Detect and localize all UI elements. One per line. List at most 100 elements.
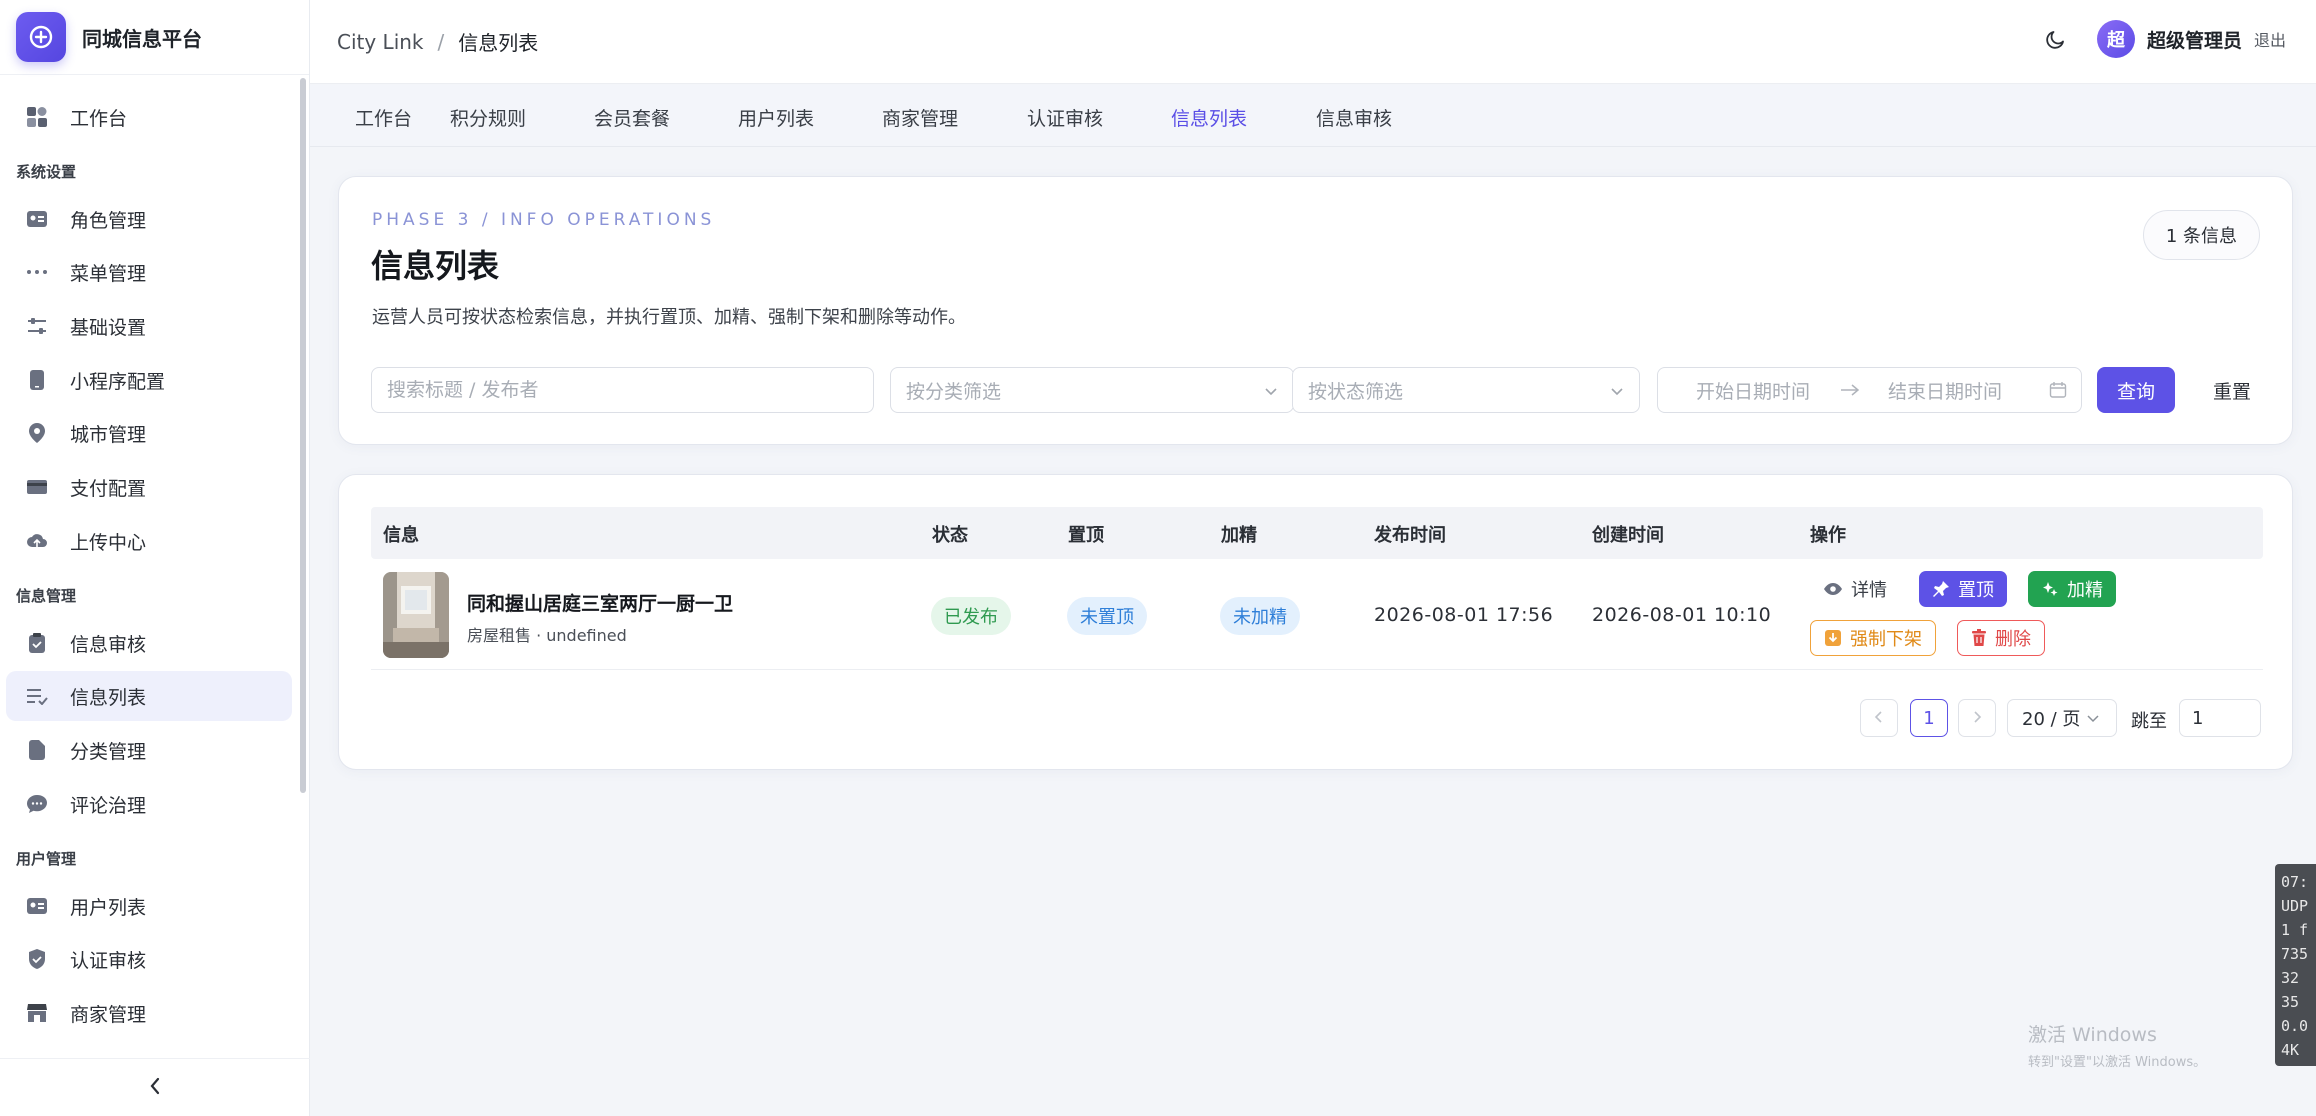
- delete-button[interactable]: 删除: [1957, 620, 2045, 656]
- sidebar-item-label: 菜单管理: [70, 262, 147, 285]
- status-select[interactable]: 按状态筛选: [1292, 367, 1640, 413]
- sidebar-item-upload[interactable]: 上传中心: [6, 516, 292, 566]
- feature-button[interactable]: 加精: [2028, 571, 2116, 607]
- sidebar-item-label: 分类管理: [70, 740, 147, 763]
- pin-button[interactable]: 置顶: [1919, 571, 2007, 607]
- plus-circle-icon[interactable]: [16, 12, 66, 62]
- next-page-button[interactable]: [1958, 699, 1996, 737]
- overlay-line: 1 f: [2281, 921, 2309, 939]
- sidebar-item-roles[interactable]: 角色管理: [6, 194, 292, 244]
- query-button[interactable]: 查询: [2097, 367, 2175, 413]
- jump-page-input[interactable]: 1: [2179, 699, 2261, 737]
- overlay-line: 07:: [2281, 873, 2309, 891]
- eye-icon: [1823, 582, 1843, 596]
- breadcrumb-root[interactable]: City Link: [337, 30, 424, 54]
- overlay-line: UDP: [2281, 897, 2309, 915]
- feature-label: 加精: [2067, 580, 2103, 601]
- status-placeholder: 按状态筛选: [1308, 380, 1404, 403]
- tab-dashboard[interactable]: 工作台: [355, 104, 412, 131]
- filter-card: PHASE 3 / INFO OPERATIONS 信息列表 运营人员可按状态检…: [338, 176, 2293, 445]
- sidebar-item-dashboard[interactable]: 工作台: [6, 92, 292, 142]
- overlay-line: 0.0: [2281, 1017, 2309, 1035]
- sidebar-item-menus[interactable]: 菜单管理: [6, 247, 292, 297]
- sidebar-item-label: 小程序配置: [70, 370, 166, 393]
- start-date-placeholder[interactable]: 开始日期时间: [1696, 377, 1810, 404]
- sidebar-menu: 工作台 系统设置 角色管理 菜单管理 基础设置 小程序配置 城市管理 支付配置: [0, 75, 297, 1056]
- store-icon: [24, 1002, 50, 1024]
- folder-icon: [24, 739, 50, 761]
- arrow-right-icon: [1840, 383, 1860, 397]
- tab-membership[interactable]: 会员套餐: [594, 104, 670, 131]
- category-select[interactable]: 按分类筛选: [890, 367, 1294, 413]
- breadcrumb-separator: /: [437, 29, 445, 54]
- sidebar-item-merchants[interactable]: 商家管理: [6, 988, 292, 1038]
- sidebar-item-basic-settings[interactable]: 基础设置: [6, 301, 292, 351]
- sidebar-item-cities[interactable]: 城市管理: [6, 408, 292, 458]
- info-thumbnail[interactable]: [383, 572, 449, 658]
- page-number-button[interactable]: 1: [1910, 699, 1948, 737]
- clipboard-icon: [24, 632, 50, 654]
- prev-page-button[interactable]: [1860, 699, 1898, 737]
- username[interactable]: 超级管理员: [2147, 26, 2242, 53]
- logout-link[interactable]: 退出: [2254, 27, 2286, 51]
- overlay-line: 35: [2281, 993, 2300, 1011]
- jump-label: 跳至: [2131, 711, 2167, 732]
- tab-points-rules[interactable]: 积分规则: [450, 104, 526, 131]
- menu-group-system: 系统设置: [16, 163, 77, 181]
- sidebar-item-label: 基础设置: [70, 316, 147, 339]
- page-size-select[interactable]: 20 / 页: [2007, 699, 2117, 737]
- chevron-down-icon: [1609, 382, 1625, 404]
- count-badge: 1 条信息: [2142, 210, 2260, 260]
- featured-status-badge: 未加精: [1220, 597, 1300, 635]
- detail-button[interactable]: 详情: [1810, 571, 1900, 607]
- sidebar-scrollbar[interactable]: [300, 78, 306, 793]
- chevron-right-icon: [1972, 709, 1982, 728]
- sidebar-item-label: 信息审核: [70, 633, 147, 656]
- sidebar-item-verification[interactable]: 认证审核: [6, 934, 292, 984]
- pin-label: 置顶: [1958, 580, 1994, 601]
- search-field[interactable]: [371, 367, 874, 413]
- sidebar-item-label: 评论治理: [70, 794, 147, 817]
- chevron-left-icon: [149, 1077, 161, 1099]
- topbar: City Link / 信息列表 超 超级管理员 退出: [310, 0, 2316, 84]
- cloud-upload-icon: [24, 530, 50, 552]
- sidebar-item-info-list[interactable]: 信息列表: [6, 671, 292, 721]
- menu-group-info: 信息管理: [16, 587, 77, 605]
- sidebar-item-label: 角色管理: [70, 209, 147, 232]
- menu-group-user: 用户管理: [16, 850, 77, 868]
- windows-activation-watermark: 激活 Windows 转到"设置"以激活 Windows。: [2028, 1020, 2206, 1070]
- date-range-picker[interactable]: 开始日期时间 结束日期时间: [1657, 367, 2082, 413]
- end-date-placeholder[interactable]: 结束日期时间: [1888, 377, 2002, 404]
- tab-info-list[interactable]: 信息列表: [1171, 104, 1247, 131]
- sidebar-item-comments[interactable]: 评论治理: [6, 779, 292, 829]
- column-header: 置顶: [1068, 525, 1104, 546]
- search-input[interactable]: [387, 379, 858, 401]
- info-subtitle: 房屋租售 · undefined: [467, 626, 627, 645]
- avatar[interactable]: 超: [2096, 20, 2135, 58]
- sidebar-item-users[interactable]: 用户列表: [6, 881, 292, 931]
- tab-verification[interactable]: 认证审核: [1027, 104, 1103, 131]
- tab-merchants[interactable]: 商家管理: [882, 104, 958, 131]
- sliders-icon: [24, 315, 50, 337]
- sidebar-item-payment[interactable]: 支付配置: [6, 462, 292, 512]
- sidebar-item-label: 用户列表: [70, 896, 147, 919]
- category-placeholder: 按分类筛选: [906, 380, 1002, 403]
- brand: 同城信息平台: [0, 0, 309, 75]
- created-time: 2026-08-01 10:10: [1592, 604, 1772, 626]
- sidebar-item-miniprogram[interactable]: 小程序配置: [6, 355, 292, 405]
- sidebar: 同城信息平台 工作台 系统设置 角色管理 菜单管理 基础设置 小程序配置 城市管…: [0, 0, 310, 1116]
- card-icon: [24, 476, 50, 498]
- moon-icon[interactable]: [2045, 28, 2067, 50]
- trash-icon: [1971, 629, 1987, 647]
- archive-down-icon: [1824, 629, 1842, 647]
- tab-info-review[interactable]: 信息审核: [1316, 104, 1392, 131]
- page-size-value: 20 / 页: [2022, 709, 2081, 730]
- reset-button[interactable]: 重置: [2197, 367, 2267, 413]
- collapse-sidebar-button[interactable]: [0, 1058, 310, 1116]
- tab-user-list[interactable]: 用户列表: [738, 104, 814, 131]
- info-title[interactable]: 同和握山居庭三室两厅一厨一卫: [467, 589, 733, 616]
- takedown-button[interactable]: 强制下架: [1810, 620, 1936, 656]
- sidebar-item-categories[interactable]: 分类管理: [6, 725, 292, 775]
- column-header: 创建时间: [1592, 525, 1664, 546]
- sidebar-item-info-review[interactable]: 信息审核: [6, 618, 292, 668]
